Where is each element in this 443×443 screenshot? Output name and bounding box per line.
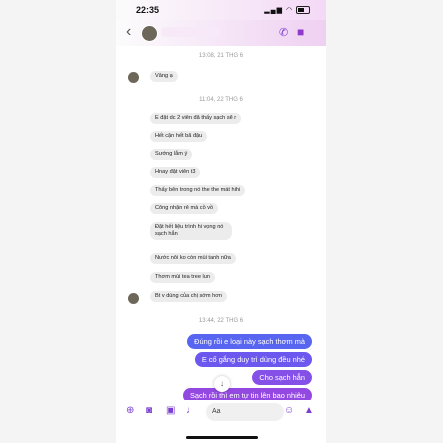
signal-icon: ▂▄▆: [264, 7, 283, 14]
camera-icon[interactable]: ◙: [146, 405, 152, 416]
sender-avatar: [128, 72, 139, 83]
plus-icon[interactable]: ⊕: [126, 405, 134, 416]
incoming-message: Nước nôi ko còn mùi tanh nữa: [150, 253, 236, 264]
incoming-message: Thơm mùi tea tree lun: [150, 272, 215, 283]
emoji-icon[interactable]: ☺: [284, 405, 294, 416]
incoming-message: Sướng lắm ý: [150, 149, 193, 160]
timestamp: 11:04, 22 THG 6: [199, 97, 243, 103]
outgoing-message: Cho sạch hẳn: [252, 370, 312, 385]
outgoing-message: E cố gắng duy trì dùng đều nhé: [194, 352, 312, 367]
status-bar: 22:35 ▂▄▆ ◠: [116, 0, 326, 20]
video-camera-icon[interactable]: ■: [297, 25, 304, 39]
incoming-message: Công nhận rẻ mà cồ vồ: [150, 203, 219, 214]
timestamp: 13:44, 22 THG 6: [198, 318, 244, 324]
incoming-message: Hnay đặt viên t3: [150, 167, 201, 178]
timestamp: 13:08, 21 THG 6: [198, 53, 244, 59]
chevron-left-icon[interactable]: ‹: [126, 23, 131, 41]
contact-name-redacted[interactable]: [161, 27, 221, 37]
incoming-message: E đặt dc 2 viên đã thấy sạch sẽ r: [150, 113, 242, 124]
incoming-message: Vâng ạ: [150, 71, 178, 82]
phone-icon[interactable]: ✆: [279, 26, 288, 39]
incoming-message: Đặt hết liệu trình hi vọng nó sạch hẳn: [150, 222, 232, 240]
sender-avatar: [128, 293, 139, 304]
contact-avatar[interactable]: [141, 25, 158, 42]
incoming-message: Bt v dùng của chị sớm hơn: [150, 291, 228, 302]
status-time: 22:35: [136, 5, 160, 15]
microphone-icon[interactable]: ♩: [186, 405, 196, 416]
wifi-icon: ◠: [285, 7, 294, 14]
battery-icon: [296, 6, 310, 15]
outgoing-message: Đúng rồi e loại này sạch thơm mà: [187, 334, 312, 349]
phone-screen: 22:35 ▂▄▆ ◠ ‹ ✆ ■ 13:08, 21 THG 6 Vâng ạ…: [116, 0, 326, 443]
image-icon[interactable]: ▣: [166, 405, 175, 416]
status-icons: ▂▄▆ ◠: [264, 6, 310, 15]
incoming-message: Thấy bên trong nó the the mát hihi: [150, 185, 246, 196]
scroll-down-button[interactable]: ↓: [214, 376, 230, 392]
chat-header: ‹ ✆ ■: [116, 20, 326, 46]
message-input[interactable]: Aa: [206, 403, 284, 421]
thumbs-up-icon[interactable]: ▲: [304, 405, 314, 416]
home-indicator: [186, 436, 258, 439]
incoming-message: Hết cặn hết bã đậu: [150, 131, 208, 142]
